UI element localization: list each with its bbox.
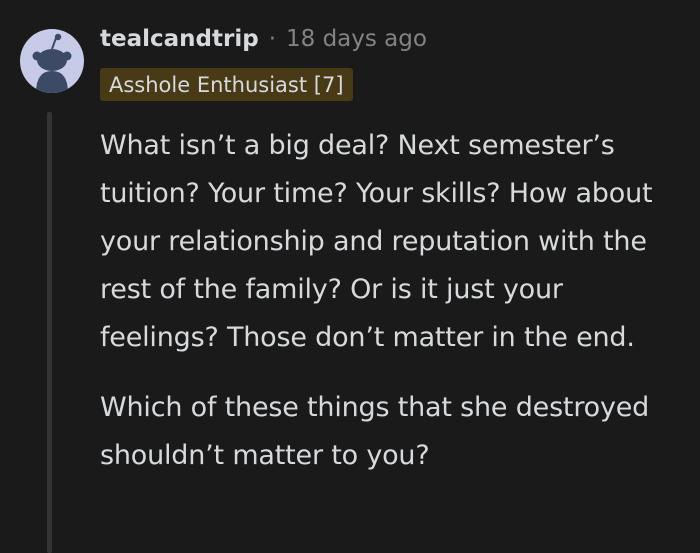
author-username-link[interactable]: tealcandtrip (100, 26, 259, 52)
user-avatar-icon[interactable] (20, 29, 84, 93)
meta-separator: · (268, 26, 276, 52)
comment-timestamp-link[interactable]: 18 days ago (286, 26, 427, 52)
comment-paragraph: What isn’t a big deal? Next semester’s t… (100, 130, 653, 353)
user-flair-badge: Asshole Enthusiast [7] (100, 68, 353, 101)
comment-body: What isn’t a big deal? Next semester’s t… (100, 122, 685, 480)
comment-paragraph: Which of these things that she destroyed… (100, 392, 650, 471)
comment-meta: tealcandtrip · 18 days ago (100, 22, 427, 56)
thread-collapse-line[interactable] (47, 112, 52, 553)
